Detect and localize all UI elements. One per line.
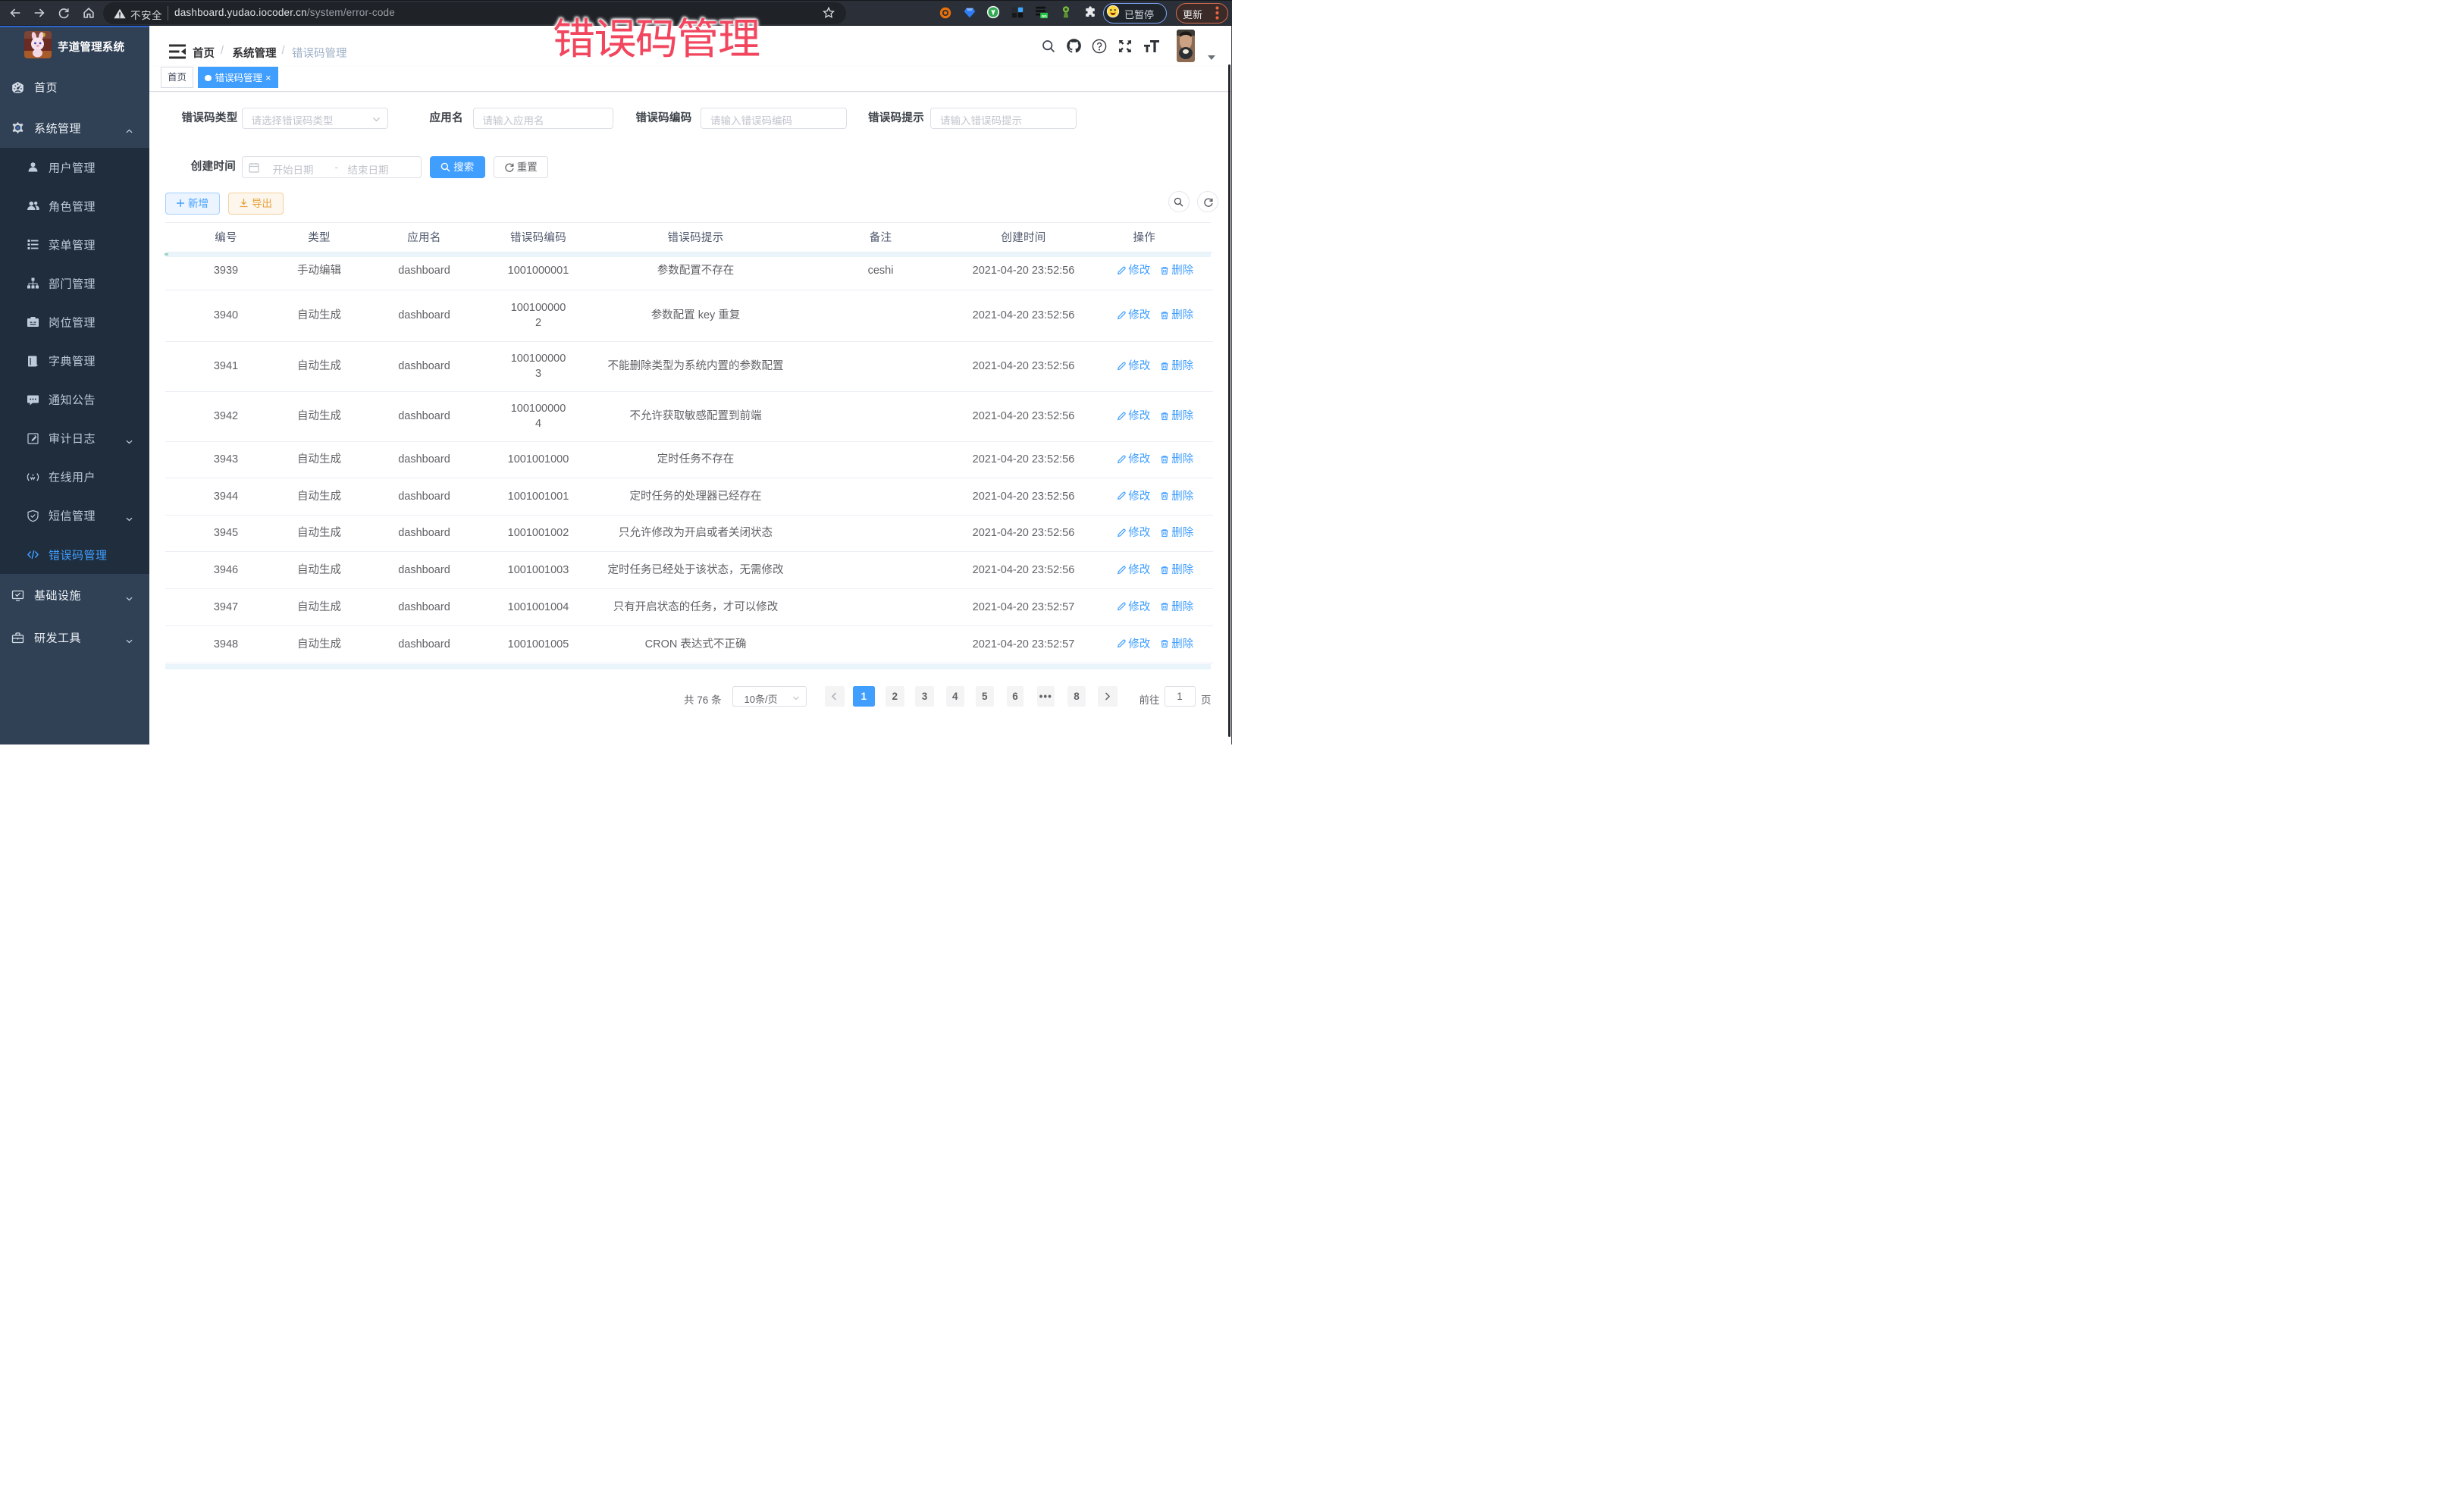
- svg-text:on: on: [1042, 14, 1048, 19]
